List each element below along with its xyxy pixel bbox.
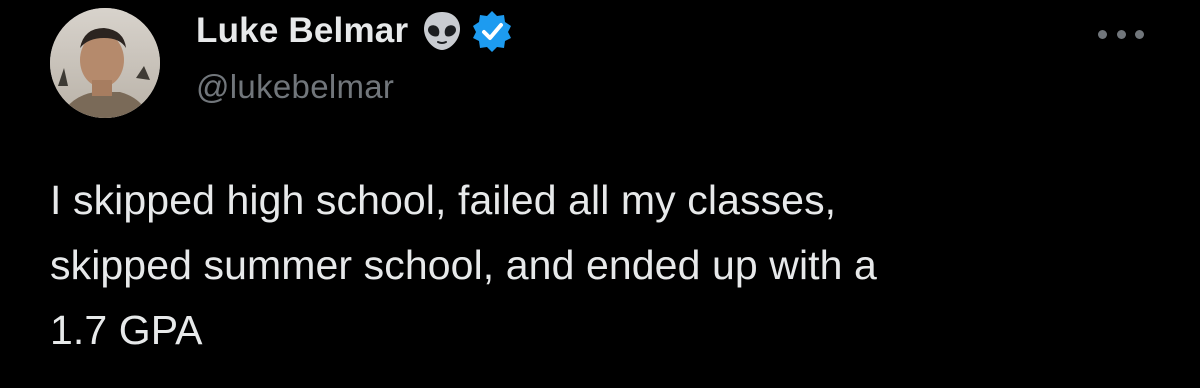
tweet-header: Luke Belmar @lukebelmar (196, 8, 514, 106)
more-options-button[interactable] (1098, 22, 1144, 46)
verified-badge-icon[interactable] (470, 9, 514, 53)
tweet-card: Luke Belmar @lukebelmar I skipped high s… (0, 0, 1200, 388)
more-horizontal-icon (1135, 29, 1144, 39)
display-name[interactable]: Luke Belmar (196, 11, 408, 51)
name-row: Luke Belmar (196, 8, 514, 54)
avatar[interactable] (50, 8, 160, 118)
alien-emoji-icon (420, 9, 464, 53)
profile-photo-icon (50, 8, 160, 118)
more-horizontal-icon (1098, 29, 1107, 39)
user-handle[interactable]: @lukebelmar (196, 68, 514, 106)
tweet-text: I skipped high school, failed all my cla… (50, 177, 877, 353)
more-horizontal-icon (1116, 29, 1126, 39)
